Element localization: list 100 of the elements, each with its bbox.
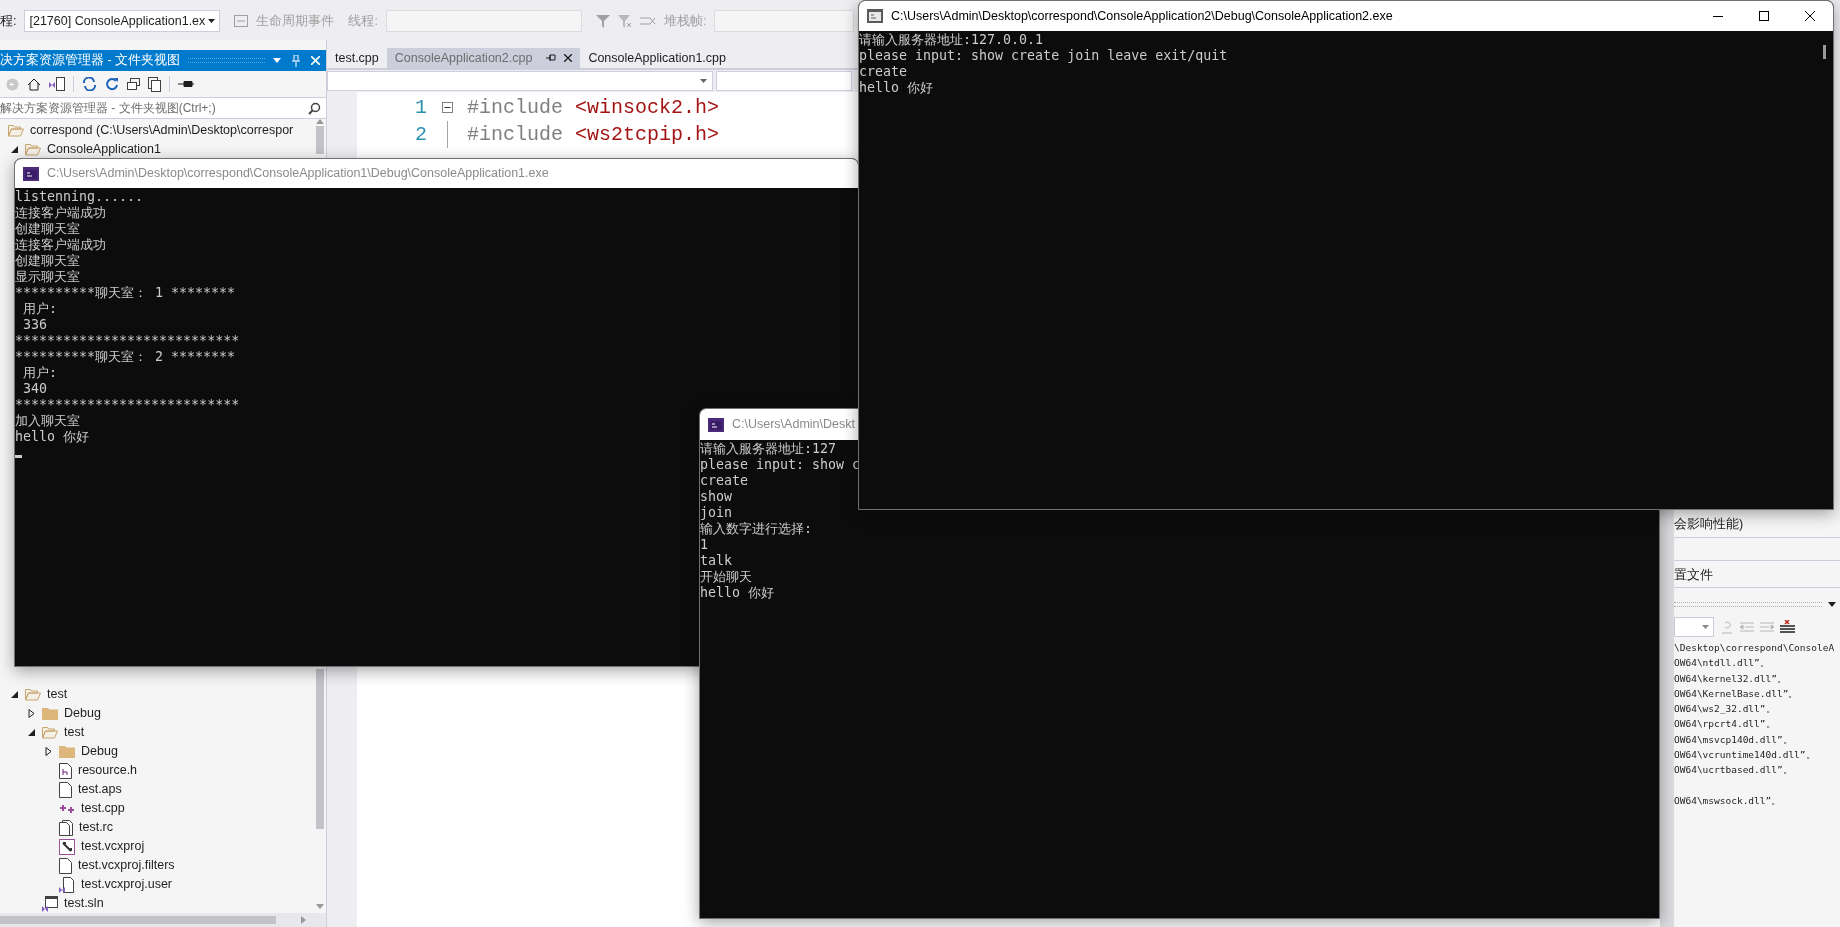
copy-icon[interactable]	[148, 76, 161, 92]
close-icon	[1805, 11, 1815, 21]
threads-icon	[639, 16, 656, 26]
thread-label: 线程:	[348, 12, 378, 30]
collapsed-arrow-icon[interactable]	[28, 709, 36, 718]
maximize-icon	[1759, 11, 1769, 21]
panel-title: 决方案资源管理器 - 文件夹视图	[0, 52, 181, 70]
console-line: **********聊天室： 1 ********	[15, 285, 236, 301]
output-line: OW64\ws2_32.dll”。	[1674, 702, 1776, 717]
line-number: 1	[414, 95, 427, 121]
console-line: 连接客户端成功	[15, 237, 106, 253]
console-line: show	[700, 489, 733, 505]
properties-icon[interactable]	[178, 81, 194, 87]
output-line: OW64\msvcp140d.dll”。	[1674, 732, 1793, 747]
output-line: OW64\kernel32.dll”。	[1674, 671, 1787, 686]
tree-item[interactable]: Debug	[81, 742, 118, 761]
tree-item[interactable]: test.vcxproj.user	[81, 875, 172, 894]
clear-all-icon[interactable]	[1780, 620, 1795, 634]
output-line: OW64\rpcrt4.dll”。	[1674, 717, 1776, 732]
tree-item[interactable]: resource.h	[78, 761, 138, 780]
console-line: **********聊天室： 2 ********	[15, 349, 236, 365]
search-field[interactable]: 解决方案资源管理器 - 文件夹视图(Ctrl+;)	[0, 97, 326, 119]
tree-item[interactable]: test.vcxproj.filters	[78, 856, 175, 875]
user-settings-file-icon	[59, 876, 75, 893]
header-file-icon	[59, 762, 72, 779]
expanded-arrow-icon[interactable]	[11, 690, 19, 699]
collapse-all-icon[interactable]	[127, 78, 140, 90]
tree-item[interactable]: test	[64, 723, 85, 742]
collapse-icon[interactable]	[441, 102, 453, 113]
scroll-right-icon[interactable]	[301, 916, 306, 924]
home-icon[interactable]	[27, 77, 41, 91]
code-line: #include <ws2tcpip.h>	[467, 122, 720, 148]
console-line: 开始聊天	[700, 569, 752, 585]
tree-item[interactable]: test.aps	[78, 780, 122, 799]
pin-icon[interactable]	[546, 54, 557, 62]
output-line: OW64\mswsock.dll”。	[1674, 793, 1782, 808]
process-dropdown[interactable]: [21760] ConsoleApplication1.ex	[24, 10, 221, 32]
console-line: 连接客户端成功	[15, 205, 106, 221]
console-line: 输入数字进行选择:	[700, 521, 812, 537]
console-line: create	[700, 473, 749, 489]
output-line: OW64\ucrtbased.dll”。	[1674, 763, 1793, 778]
console-line: 显示聊天室	[15, 269, 80, 285]
dropdown-arrow-icon	[700, 79, 707, 83]
console-line: 请输入服务器地址:127.0.0.1	[859, 32, 1044, 48]
file-icon	[59, 857, 72, 874]
expanded-arrow-icon[interactable]	[28, 728, 36, 737]
minimize-icon	[1713, 15, 1723, 17]
console-line: 加入聊天室	[15, 413, 80, 429]
close-icon[interactable]	[564, 54, 573, 62]
console-line: 创建聊天室	[15, 253, 80, 269]
console-line: 用户:	[22, 301, 57, 317]
console-line: create	[859, 64, 908, 80]
console-line: 请输入服务器地址:127	[700, 441, 837, 457]
console-line: 340	[22, 381, 48, 397]
search-icon	[308, 101, 321, 115]
console-icon	[708, 417, 724, 432]
console-line: 1	[700, 537, 708, 553]
tree-item[interactable]: test.vcxproj	[81, 837, 145, 856]
filter-icon	[595, 14, 610, 28]
collapsed-arrow-icon[interactable]	[45, 747, 53, 756]
console-icon	[867, 9, 883, 23]
console-icon	[23, 166, 39, 181]
dropdown-arrow-icon[interactable]	[1828, 601, 1836, 607]
refresh-icon[interactable]	[105, 77, 119, 91]
console-line: ****************************	[15, 333, 240, 349]
output-line: OW64\KernelBase.dll”。	[1674, 686, 1799, 701]
console-line: listenning......	[15, 189, 144, 205]
sync-icon[interactable]	[82, 77, 97, 91]
filter-clear-icon	[617, 14, 632, 28]
stacked-files-icon	[59, 819, 73, 836]
tree-item[interactable]: ConsoleApplication1	[47, 140, 161, 159]
console-line: hello 你好	[15, 429, 90, 445]
window-title: C:\Users\Admin\Desktop\correspond\ConsoleApplication1\Debug\ConsoleApplication1.exe	[47, 165, 549, 183]
window-title: C:\Users\Admin\Desktop\correspond\ConsoleApplication2\Debug\ConsoleApplication2.exe	[891, 7, 1393, 25]
lifecycle-icon	[234, 15, 249, 27]
tree-item[interactable]: Debug	[64, 704, 101, 723]
console-line: please input: show create join leave exit/quit	[859, 48, 1228, 64]
scrollbar-thumb[interactable]	[316, 126, 324, 154]
console-line: 用户:	[22, 365, 57, 381]
dropdown-arrow-icon	[1702, 625, 1709, 629]
tree-item[interactable]: test.sln	[64, 894, 104, 913]
tree-item[interactable]: test	[47, 685, 68, 704]
tree-item[interactable]: test.cpp	[81, 799, 125, 818]
scrollbar-thumb[interactable]	[0, 916, 276, 924]
tree-item[interactable]: correspond (C:\Users\Admin\Desktop\correspor	[30, 121, 294, 140]
tree-item[interactable]: test.rc	[79, 818, 114, 837]
expanded-arrow-icon[interactable]	[11, 145, 19, 154]
window-title: C:\Users\Admin\Deskt	[732, 416, 855, 434]
editor-tab[interactable]: test.cpp	[327, 48, 387, 68]
console-line: 336	[22, 317, 48, 333]
switch-views-icon[interactable]	[49, 77, 65, 91]
solution-icon	[42, 895, 58, 912]
dropdown-arrow-icon	[208, 19, 216, 23]
console-line: hello 你好	[859, 80, 934, 96]
scrollbar-thumb[interactable]	[316, 669, 324, 829]
console-line: talk	[700, 553, 733, 569]
project-icon	[59, 838, 75, 855]
scroll-down-icon[interactable]	[316, 904, 324, 909]
editor-tab[interactable]: ConsoleApplication1.cpp	[580, 48, 734, 68]
output-line: OW64\ntdll.dll”。	[1674, 656, 1770, 671]
